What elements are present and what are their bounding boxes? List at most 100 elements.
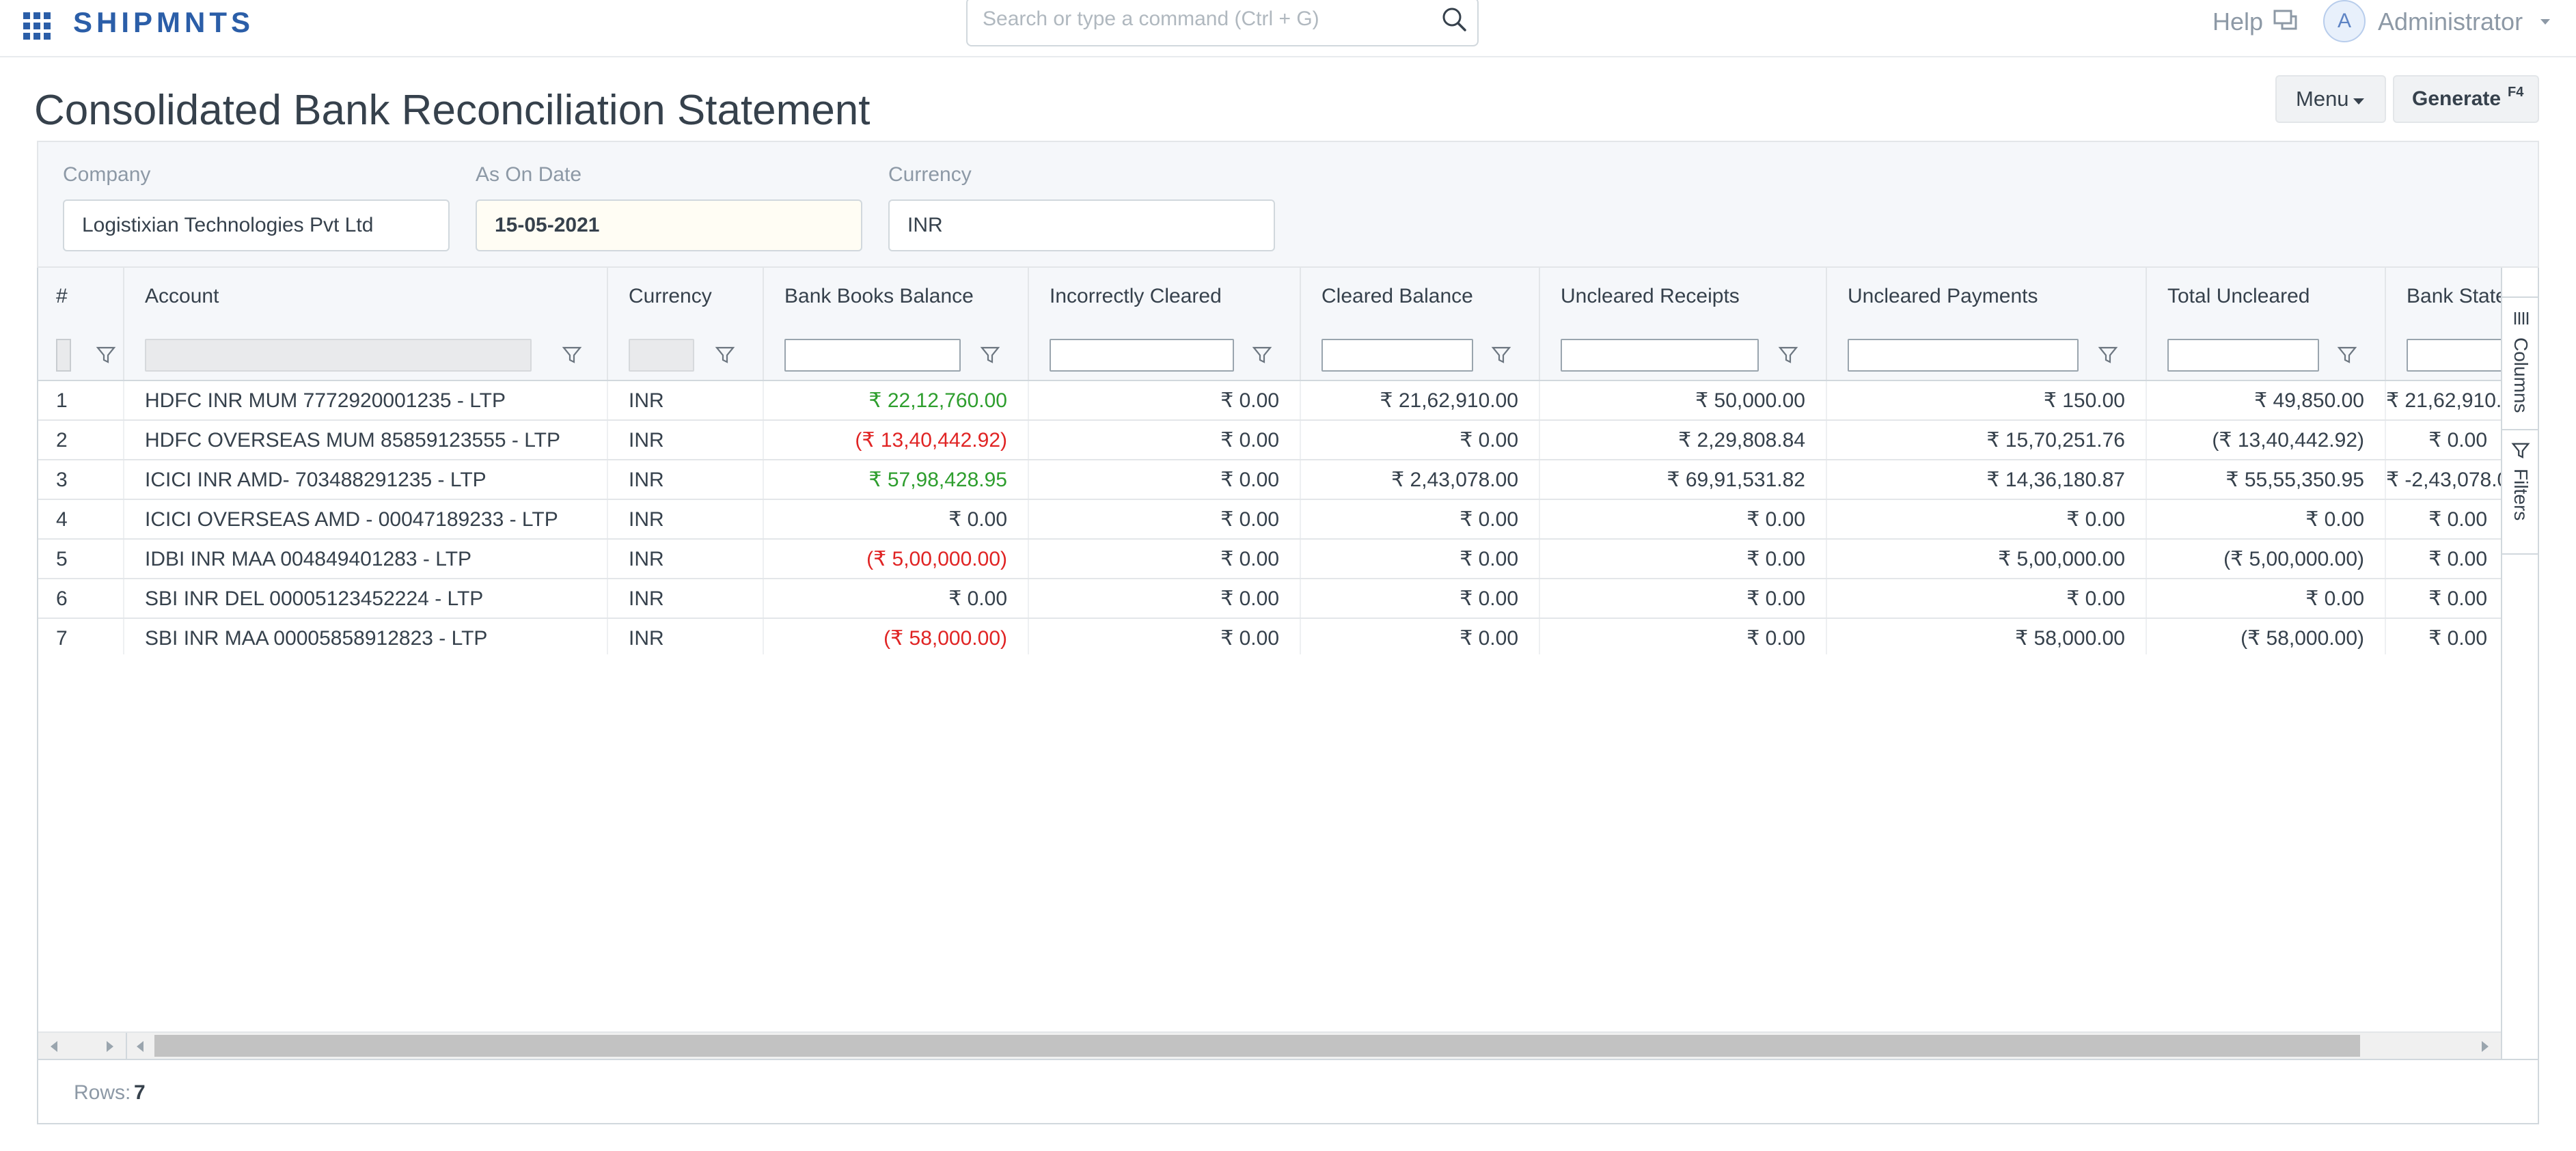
total-uncleared-cell[interactable]: (₹ 5,00,000.00) — [2147, 540, 2386, 578]
funnel-icon[interactable] — [715, 345, 735, 365]
as-on-date-field[interactable]: 15-05-2021 — [476, 199, 862, 251]
uncleared-payments-filter-input[interactable] — [1848, 339, 2079, 372]
cleared-balance-cell[interactable]: ₹ 21,62,910.00 — [1301, 381, 1540, 419]
funnel-icon[interactable] — [1252, 345, 1272, 365]
search-bar[interactable] — [966, 0, 1479, 46]
funnel-icon[interactable] — [2337, 345, 2357, 365]
incorrectly-cleared-cell[interactable]: ₹ 0.00 — [1029, 619, 1301, 654]
bank-books-balance-cell[interactable]: (₹ 5,00,000.00) — [764, 540, 1029, 578]
currency-cell[interactable]: INR — [608, 619, 764, 654]
scroll-left-arrow-icon[interactable] — [51, 1041, 57, 1052]
currency-cell[interactable]: INR — [608, 500, 764, 538]
total-uncleared-filter-input[interactable] — [2167, 339, 2319, 372]
incorrectly-cleared-cell[interactable]: ₹ 0.00 — [1029, 460, 1301, 499]
chevron-down-icon[interactable] — [2540, 19, 2550, 25]
table-row[interactable]: 1 HDFC INR MUM 7772920001235 - LTP INR ₹ 22… — [38, 381, 2501, 421]
currency-filter-input[interactable] — [629, 339, 694, 372]
account-filter-input[interactable] — [145, 339, 532, 372]
uncleared-receipts-cell[interactable]: ₹ 0.00 — [1540, 579, 1827, 618]
bank-statement-cell[interactable]: ₹ -2,43,078.00 — [2386, 460, 2501, 499]
column-header-currency[interactable]: Currency — [608, 268, 764, 325]
funnel-icon[interactable] — [2098, 345, 2118, 365]
filters-tab[interactable]: Filters — [2502, 430, 2538, 555]
search-input[interactable] — [983, 5, 1427, 33]
account-cell[interactable]: SBI INR DEL 00005123452224 - LTP — [124, 579, 608, 618]
uncleared-payments-cell[interactable]: ₹ 15,70,251.76 — [1827, 421, 2147, 459]
account-cell[interactable]: HDFC OVERSEAS MUM 85859123555 - LTP — [124, 421, 608, 459]
search-icon[interactable] — [1439, 4, 1470, 36]
table-row[interactable]: 2 HDFC OVERSEAS MUM 85859123555 - LTP INR (… — [38, 421, 2501, 460]
cleared-balance-filter-input[interactable] — [1321, 339, 1473, 372]
incorrectly-cleared-filter-input[interactable] — [1050, 339, 1234, 372]
help-menu[interactable]: Help — [2212, 5, 2263, 38]
uncleared-receipts-filter-input[interactable] — [1561, 339, 1759, 372]
currency-cell[interactable]: INR — [608, 381, 764, 419]
bank-books-balance-cell[interactable]: ₹ 0.00 — [764, 579, 1029, 618]
total-uncleared-cell[interactable]: ₹ 0.00 — [2147, 579, 2386, 618]
bank-statement-cell[interactable]: ₹ 0.00 — [2386, 579, 2501, 618]
cleared-balance-cell[interactable]: ₹ 0.00 — [1301, 421, 1540, 459]
total-uncleared-cell[interactable]: (₹ 58,000.00) — [2147, 619, 2386, 654]
column-header-bank-books-balance[interactable]: Bank Books Balance — [764, 268, 1029, 325]
account-cell[interactable]: ICICI INR AMD- 703488291235 - LTP — [124, 460, 608, 499]
account-cell[interactable]: HDFC INR MUM 7772920001235 - LTP — [124, 381, 608, 419]
uncleared-receipts-cell[interactable]: ₹ 69,91,531.82 — [1540, 460, 1827, 499]
bank-books-balance-cell[interactable]: ₹ 57,98,428.95 — [764, 460, 1029, 499]
column-header-incorrectly-cleared[interactable]: Incorrectly Cleared — [1029, 268, 1301, 325]
uncleared-receipts-cell[interactable]: ₹ 0.00 — [1540, 540, 1827, 578]
cleared-balance-cell[interactable]: ₹ 0.00 — [1301, 579, 1540, 618]
total-uncleared-cell[interactable]: (₹ 13,40,442.92) — [2147, 421, 2386, 459]
row-number-cell[interactable]: 6 — [38, 579, 124, 618]
incorrectly-cleared-cell[interactable]: ₹ 0.00 — [1029, 579, 1301, 618]
table-row[interactable]: 5 IDBI INR MAA 004849401283 - LTP INR (₹ 5,… — [38, 540, 2501, 579]
uncleared-payments-cell[interactable]: ₹ 0.00 — [1827, 579, 2147, 618]
columns-tab[interactable]: Columns — [2502, 296, 2538, 430]
bank-statement-cell[interactable]: ₹ 0.00 — [2386, 500, 2501, 538]
scroll-right-arrow-icon[interactable] — [107, 1041, 113, 1052]
column-header-total-uncleared[interactable]: Total Uncleared — [2147, 268, 2386, 325]
incorrectly-cleared-cell[interactable]: ₹ 0.00 — [1029, 500, 1301, 538]
cleared-balance-cell[interactable]: ₹ 0.00 — [1301, 619, 1540, 654]
total-uncleared-cell[interactable]: ₹ 0.00 — [2147, 500, 2386, 538]
uncleared-receipts-cell[interactable]: ₹ 0.00 — [1540, 619, 1827, 654]
uncleared-receipts-cell[interactable]: ₹ 2,29,808.84 — [1540, 421, 1827, 459]
bank-statement-filter-input[interactable] — [2407, 339, 2501, 372]
user-menu[interactable]: Administrator — [2378, 5, 2523, 38]
uncleared-receipts-cell[interactable]: ₹ 0.00 — [1540, 500, 1827, 538]
brand-logo[interactable]: SHIPMNTS — [73, 5, 254, 40]
bank-statement-cell[interactable]: ₹ 0.00 — [2386, 421, 2501, 459]
bank-statement-cell[interactable]: ₹ 21,62,910.00 — [2386, 381, 2501, 419]
uncleared-payments-cell[interactable]: ₹ 58,000.00 — [1827, 619, 2147, 654]
menu-button[interactable]: Menu — [2275, 75, 2386, 123]
apps-grid-icon[interactable] — [20, 10, 52, 41]
company-field[interactable]: Logistixian Technologies Pvt Ltd — [63, 199, 450, 251]
funnel-icon[interactable] — [562, 345, 582, 365]
incorrectly-cleared-cell[interactable]: ₹ 0.00 — [1029, 421, 1301, 459]
funnel-icon[interactable] — [1778, 345, 1798, 365]
bank-statement-cell[interactable]: ₹ 0.00 — [2386, 619, 2501, 654]
incorrectly-cleared-cell[interactable]: ₹ 0.00 — [1029, 381, 1301, 419]
row-number-cell[interactable]: 1 — [38, 381, 124, 419]
account-cell[interactable]: SBI INR MAA 00005858912823 - LTP — [124, 619, 608, 654]
scroll-right-arrow-icon[interactable] — [2482, 1041, 2489, 1052]
row-select-checkbox[interactable] — [56, 339, 71, 372]
generate-button[interactable]: Generate F4 — [2393, 75, 2539, 123]
column-header-bank-statement[interactable]: Bank Statement — [2386, 268, 2501, 325]
currency-cell[interactable]: INR — [608, 540, 764, 578]
incorrectly-cleared-cell[interactable]: ₹ 0.00 — [1029, 540, 1301, 578]
row-number-cell[interactable]: 4 — [38, 500, 124, 538]
currency-cell[interactable]: INR — [608, 421, 764, 459]
currency-cell[interactable]: INR — [608, 460, 764, 499]
funnel-icon[interactable] — [980, 345, 1000, 365]
table-row[interactable]: 6 SBI INR DEL 00005123452224 - LTP INR ₹ 0.… — [38, 579, 2501, 619]
column-header-cleared-balance[interactable]: Cleared Balance — [1301, 268, 1540, 325]
cleared-balance-cell[interactable]: ₹ 0.00 — [1301, 540, 1540, 578]
total-uncleared-cell[interactable]: ₹ 55,55,350.95 — [2147, 460, 2386, 499]
bank-books-balance-cell[interactable]: (₹ 58,000.00) — [764, 619, 1029, 654]
uncleared-payments-cell[interactable]: ₹ 14,36,180.87 — [1827, 460, 2147, 499]
uncleared-payments-cell[interactable]: ₹ 5,00,000.00 — [1827, 540, 2147, 578]
row-number-cell[interactable]: 2 — [38, 421, 124, 459]
currency-cell[interactable]: INR — [608, 579, 764, 618]
frozen-scroll-track[interactable] — [38, 1033, 127, 1059]
row-number-cell[interactable]: 7 — [38, 619, 124, 654]
